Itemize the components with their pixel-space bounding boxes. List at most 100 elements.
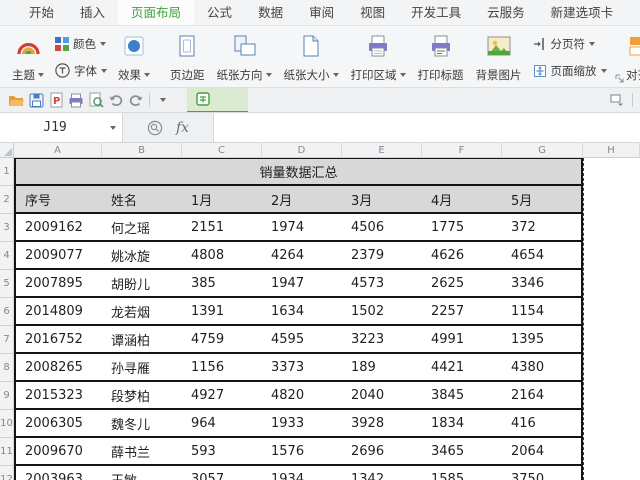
col-header-E[interactable]: E [342,143,422,158]
cell-G2[interactable]: 5月 [502,186,583,214]
col-header-G[interactable]: G [502,143,583,158]
cell-D2[interactable]: 2月 [262,186,342,214]
ribbon-button-pagescale[interactable]: 页面缩放 [530,61,610,81]
qat-more-button[interactable] [153,89,173,111]
cell-A10[interactable]: 2006305 [14,410,102,438]
document-tab-active[interactable] [187,88,248,113]
row-header-11[interactable]: 11 [0,438,14,466]
menu-tab-1[interactable]: 开始 [16,0,67,25]
qat-undo-button[interactable] [106,89,126,111]
cell-G7[interactable]: 1395 [502,326,583,354]
col-header-C[interactable]: C [182,143,262,158]
cell-A11[interactable]: 2009670 [14,438,102,466]
qat-print-button[interactable] [66,89,86,111]
menu-tab-4[interactable]: 公式 [194,0,245,25]
ribbon-button-bgimage[interactable]: 背景图片 [470,28,528,86]
cell-E9[interactable]: 2040 [342,382,422,410]
cell-H7[interactable] [583,326,640,354]
cell-H12[interactable] [583,466,640,480]
cell-H9[interactable] [583,382,640,410]
tab-list-icon[interactable] [610,94,624,106]
cell-F12[interactable]: 1585 [422,466,502,480]
ribbon-button-colors[interactable]: 颜色 [52,34,110,54]
menu-tab-10[interactable]: 新建选项卡 [538,0,627,25]
cell-E7[interactable]: 3223 [342,326,422,354]
cell-G5[interactable]: 3346 [502,270,583,298]
row-header-10[interactable]: 10 [0,410,14,438]
col-header-A[interactable]: A [14,143,102,158]
cell-F7[interactable]: 4991 [422,326,502,354]
cell-B2[interactable]: 姓名 [102,186,182,214]
qat-redo-button[interactable] [126,89,146,111]
cell-H11[interactable] [583,438,640,466]
cell-D10[interactable]: 1933 [262,410,342,438]
menu-tab-8[interactable]: 开发工具 [398,0,474,25]
cell-C11[interactable]: 593 [182,438,262,466]
cell-G10[interactable]: 416 [502,410,583,438]
cell-G6[interactable]: 1154 [502,298,583,326]
row-header-2[interactable]: 2 [0,186,14,214]
cell-C9[interactable]: 4927 [182,382,262,410]
cell-D7[interactable]: 4595 [262,326,342,354]
merged-title-cell-A1-G1[interactable]: 销量数据汇总 [14,158,583,186]
cell-F11[interactable]: 3465 [422,438,502,466]
cell-A8[interactable]: 2008265 [14,354,102,382]
cell-F10[interactable]: 1834 [422,410,502,438]
ribbon-button-font[interactable]: 字体 [52,61,110,81]
cell-B3[interactable]: 何之瑶 [102,214,182,242]
ribbon-button-printtitle[interactable]: 打印标题 [412,28,470,86]
cell-C7[interactable]: 4759 [182,326,262,354]
cell-D12[interactable]: 1934 [262,466,342,480]
ribbon-button-papersize[interactable]: 纸张大小 [278,28,345,86]
cell-H3[interactable] [583,214,640,242]
cell-F3[interactable]: 1775 [422,214,502,242]
cell-A5[interactable]: 2007895 [14,270,102,298]
cell-C8[interactable]: 1156 [182,354,262,382]
cell-D3[interactable]: 1974 [262,214,342,242]
cell-B11[interactable]: 薛书兰 [102,438,182,466]
cell-E6[interactable]: 1502 [342,298,422,326]
col-header-B[interactable]: B [102,143,182,158]
cell-F8[interactable]: 4421 [422,354,502,382]
qat-export-pdf-button[interactable]: P [46,89,66,111]
cell-C12[interactable]: 3057 [182,466,262,480]
cell-G11[interactable]: 2064 [502,438,583,466]
row-header-1[interactable]: 1 [0,158,14,186]
menu-tab-2[interactable]: 插入 [67,0,118,25]
menu-tab-3-active[interactable]: 页面布局 [118,0,194,25]
row-header-4[interactable]: 4 [0,242,14,270]
cell-C4[interactable]: 4808 [182,242,262,270]
ribbon-button-margins[interactable]: 页边距 [164,28,211,86]
cell-D5[interactable]: 1947 [262,270,342,298]
cell-D8[interactable]: 3373 [262,354,342,382]
cell-B7[interactable]: 谭涵柏 [102,326,182,354]
cell-D6[interactable]: 1634 [262,298,342,326]
cell-E2[interactable]: 3月 [342,186,422,214]
cell-E3[interactable]: 4506 [342,214,422,242]
formula-input[interactable] [213,113,640,142]
cell-H5[interactable] [583,270,640,298]
cell-E8[interactable]: 189 [342,354,422,382]
cell-A6[interactable]: 2014809 [14,298,102,326]
cell-G3[interactable]: 372 [502,214,583,242]
col-header-F[interactable]: F [422,143,502,158]
cell-G4[interactable]: 4654 [502,242,583,270]
cell-G9[interactable]: 2164 [502,382,583,410]
cell-A2[interactable]: 序号 [14,186,102,214]
cell-H6[interactable] [583,298,640,326]
col-header-D[interactable]: D [262,143,342,158]
cell-F2[interactable]: 4月 [422,186,502,214]
dialog-launcher-icon[interactable] [615,74,624,83]
search-commands-icon[interactable] [147,120,163,136]
cell-A3[interactable]: 2009162 [14,214,102,242]
cell-H10[interactable] [583,410,640,438]
cell-G12[interactable]: 3750 [502,466,583,480]
cell-A9[interactable]: 2015323 [14,382,102,410]
cell-E4[interactable]: 2379 [342,242,422,270]
cell-C2[interactable]: 1月 [182,186,262,214]
cell-D9[interactable]: 4820 [262,382,342,410]
cell-H2[interactable] [583,186,640,214]
cell-F9[interactable]: 3845 [422,382,502,410]
cell-E10[interactable]: 3928 [342,410,422,438]
qat-save-button[interactable] [26,89,46,111]
